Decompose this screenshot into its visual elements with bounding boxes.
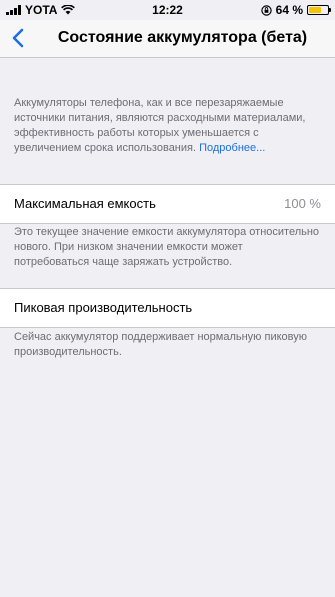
chevron-left-icon [12, 28, 24, 48]
status-bar: YOTA 12:22 64 % [0, 0, 335, 20]
status-right: 64 % [260, 3, 331, 17]
max-capacity-row: Максимальная емкость 100 % [0, 184, 335, 224]
navigation-bar: Состояние аккумулятора (бета) [0, 20, 335, 58]
peak-performance-label: Пиковая производительность [14, 300, 193, 315]
battery-percent: 64 % [275, 3, 303, 17]
max-capacity-value: 100 % [284, 196, 321, 211]
learn-more-link[interactable]: Подробнее... [199, 142, 265, 154]
peak-performance-description: Сейчас аккумулятор поддерживает нормальн… [14, 331, 307, 358]
orientation-lock-icon [260, 4, 272, 16]
max-capacity-description: Это текущее значение емкости аккумулятор… [14, 226, 320, 268]
page-title: Состояние аккумулятора (бета) [57, 29, 308, 46]
intro-text-block: Аккумуляторы телефона, как и все перезар… [14, 96, 320, 156]
max-capacity-label: Максимальная емкость [14, 196, 156, 211]
peak-performance-row: Пиковая производительность [0, 288, 335, 328]
battery-icon [307, 5, 331, 15]
back-button[interactable] [6, 24, 30, 52]
battery-level-fill [309, 7, 321, 13]
